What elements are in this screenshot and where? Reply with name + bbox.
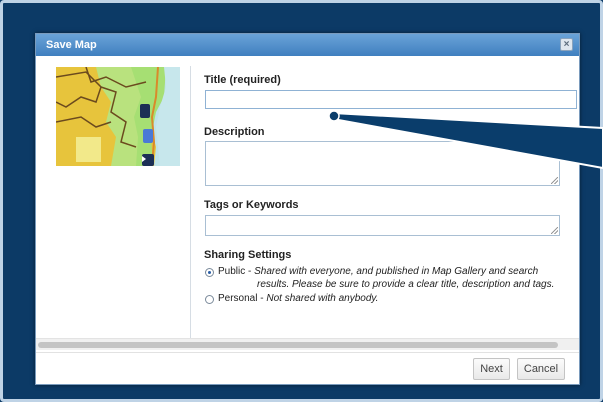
public-option-name: Public [218,266,246,277]
footer-divider [36,352,579,353]
close-button[interactable]: × [560,38,573,51]
description-textarea[interactable] [205,141,560,186]
next-button[interactable]: Next [473,358,510,380]
save-map-dialog: Save Map × Title (required) Description [35,33,580,385]
map-thumbnail [56,67,180,166]
personal-option[interactable]: Personal - Not shared with anybody. [218,293,518,304]
tags-textarea[interactable] [205,215,560,236]
public-option-desc2: results. Please be sure to provide a cle… [257,279,555,290]
public-option-desc: Shared with everyone, and published in M… [254,266,539,277]
sharing-heading: Sharing Settings [204,249,292,261]
personal-option-desc: Not shared with anybody. [266,293,379,304]
resize-grip-icon[interactable] [551,177,558,184]
description-label: Description [204,126,265,138]
title-input[interactable] [205,90,577,109]
public-option-separator: - [245,266,255,277]
personal-radio[interactable] [205,295,214,304]
horizontal-scrollbar[interactable] [36,338,579,350]
scrollbar-thumb[interactable] [38,342,558,348]
tags-label: Tags or Keywords [204,199,299,211]
dialog-title: Save Map [46,39,97,51]
personal-option-name: Personal [218,293,258,304]
title-label: Title (required) [204,74,281,86]
public-radio[interactable] [205,268,214,277]
public-option[interactable]: Public - Shared with everyone, and publi… [218,266,568,277]
column-divider [190,66,191,346]
dialog-titlebar[interactable]: Save Map × [36,34,579,56]
resize-grip-icon[interactable] [551,227,558,234]
public-option-desc-line2: results. Please be sure to provide a cle… [257,279,577,290]
cancel-button[interactable]: Cancel [517,358,565,380]
